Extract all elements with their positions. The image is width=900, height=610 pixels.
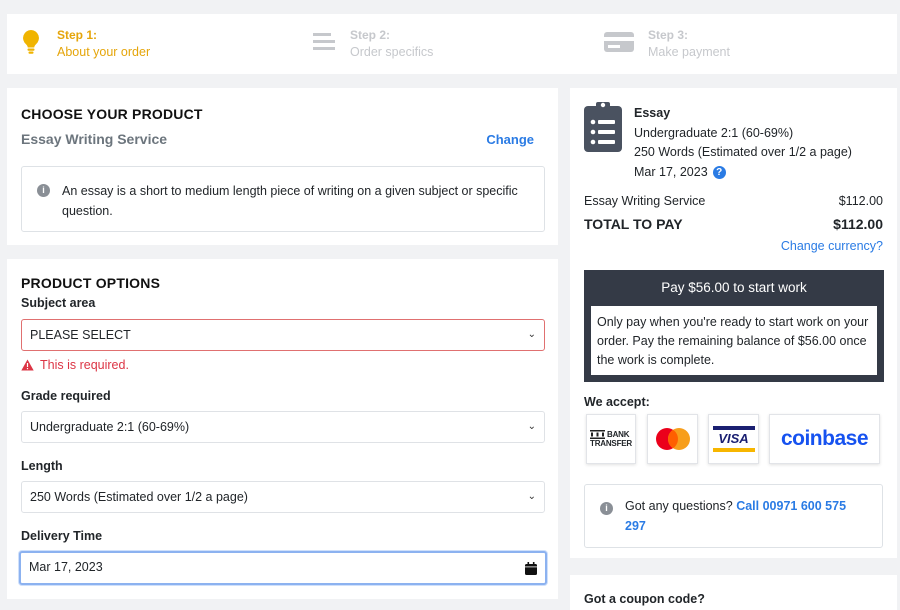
step-subtitle: Make payment [648, 45, 730, 59]
step-3[interactable]: Step 3: Make payment [604, 28, 730, 61]
step-1[interactable]: Step 1: About your order [19, 28, 150, 61]
subject-select-value: PLEASE SELECT [30, 328, 131, 342]
grade-label: Grade required [21, 389, 111, 403]
length-label: Length [21, 459, 63, 473]
total-row: TOTAL TO PAY $112.00 [584, 216, 883, 232]
length-select[interactable]: 250 Words (Estimated over 1/2 a page) ⌄ [21, 481, 545, 513]
total-label: TOTAL TO PAY [584, 216, 683, 232]
mastercard-logo [647, 414, 698, 464]
options-heading: PRODUCT OPTIONS [21, 275, 161, 291]
summary-details: Essay Undergraduate 2:1 (60-69%) 250 Wor… [634, 104, 852, 182]
calendar-icon[interactable] [525, 562, 537, 575]
chevron-down-icon: ⌄ [527, 421, 536, 432]
change-product-link[interactable]: Change [486, 132, 534, 147]
bank-transfer-logo: BANK TRANSFER [586, 414, 636, 464]
product-heading: CHOOSE YOUR PRODUCT [21, 106, 203, 122]
chevron-down-icon: ⌄ [527, 491, 536, 502]
pay-box: Pay $56.00 to start work Only pay when y… [584, 270, 884, 382]
product-description: An essay is a short to medium length pie… [62, 184, 518, 218]
info-icon: i [600, 502, 613, 515]
summary-date: Mar 17, 2023 [634, 164, 708, 179]
step-subtitle: Order specifics [350, 45, 434, 59]
summary-length: 250 Words (Estimated over 1/2 a page) [634, 145, 852, 159]
product-card: CHOOSE YOUR PRODUCT Essay Writing Servic… [7, 88, 558, 245]
product-description-box: i An essay is a short to medium length p… [21, 166, 545, 232]
summary-title: Essay [634, 106, 671, 120]
warning-icon [21, 359, 34, 371]
delivery-date-input[interactable]: Mar 17, 2023 [19, 551, 547, 585]
options-card: PRODUCT OPTIONS Subject area PLEASE SELE… [7, 259, 558, 599]
total-price: $112.00 [833, 216, 883, 232]
service-price: $112.00 [838, 194, 883, 208]
step-subtitle: About your order [57, 45, 151, 59]
chevron-down-icon: ⌄ [527, 329, 536, 340]
pay-note: Only pay when you're ready to start work… [591, 306, 877, 375]
length-select-value: 250 Words (Estimated over 1/2 a page) [30, 490, 248, 504]
change-currency-link[interactable]: Change currency? [781, 239, 883, 253]
step-title: Step 2: [350, 28, 391, 42]
step-title: Step 3: [648, 28, 689, 42]
lightbulb-icon [19, 28, 43, 56]
credit-card-icon [604, 28, 634, 56]
subject-error: This is required. [21, 358, 129, 372]
product-name: Essay Writing Service [21, 131, 168, 147]
delivery-date-value: Mar 17, 2023 [29, 560, 103, 574]
step-title: Step 1: [57, 28, 98, 42]
coupon-card: Got a coupon code? [570, 575, 897, 610]
questions-box: i Got any questions? Call 00971 600 575 … [584, 484, 883, 548]
summary-grade: Undergraduate 2:1 (60-69%) [634, 125, 794, 140]
steps-bar: Step 1: About your order Step 2: Order s… [7, 14, 897, 74]
subject-select[interactable]: PLEASE SELECT ⌄ [21, 319, 545, 351]
step-2[interactable]: Step 2: Order specifics [312, 28, 433, 61]
subject-label: Subject area [21, 296, 96, 310]
order-summary-card: Essay Undergraduate 2:1 (60-69%) 250 Wor… [570, 88, 897, 558]
pay-start-button[interactable]: Pay $56.00 to start work [584, 270, 884, 306]
visa-logo: VISA [708, 414, 759, 464]
delivery-label: Delivery Time [21, 529, 103, 543]
list-lines-icon [312, 28, 336, 56]
question-icon[interactable]: ? [712, 165, 726, 179]
questions-text: Got any questions? [625, 499, 733, 513]
bank-icon [590, 430, 606, 439]
info-icon: i [37, 184, 50, 197]
service-label: Essay Writing Service [584, 194, 706, 208]
clipboard-list-icon [584, 100, 622, 157]
coinbase-logo: coinbase [769, 414, 880, 464]
service-row: Essay Writing Service $112.00 [584, 194, 883, 208]
coupon-label[interactable]: Got a coupon code? [584, 592, 705, 606]
grade-select-value: Undergraduate 2:1 (60-69%) [30, 420, 190, 434]
subject-error-text: This is required. [40, 358, 129, 372]
summary-date-row: Mar 17, 2023 ? [634, 163, 852, 183]
grade-select[interactable]: Undergraduate 2:1 (60-69%) ⌄ [21, 411, 545, 443]
we-accept-label: We accept: [584, 395, 650, 409]
